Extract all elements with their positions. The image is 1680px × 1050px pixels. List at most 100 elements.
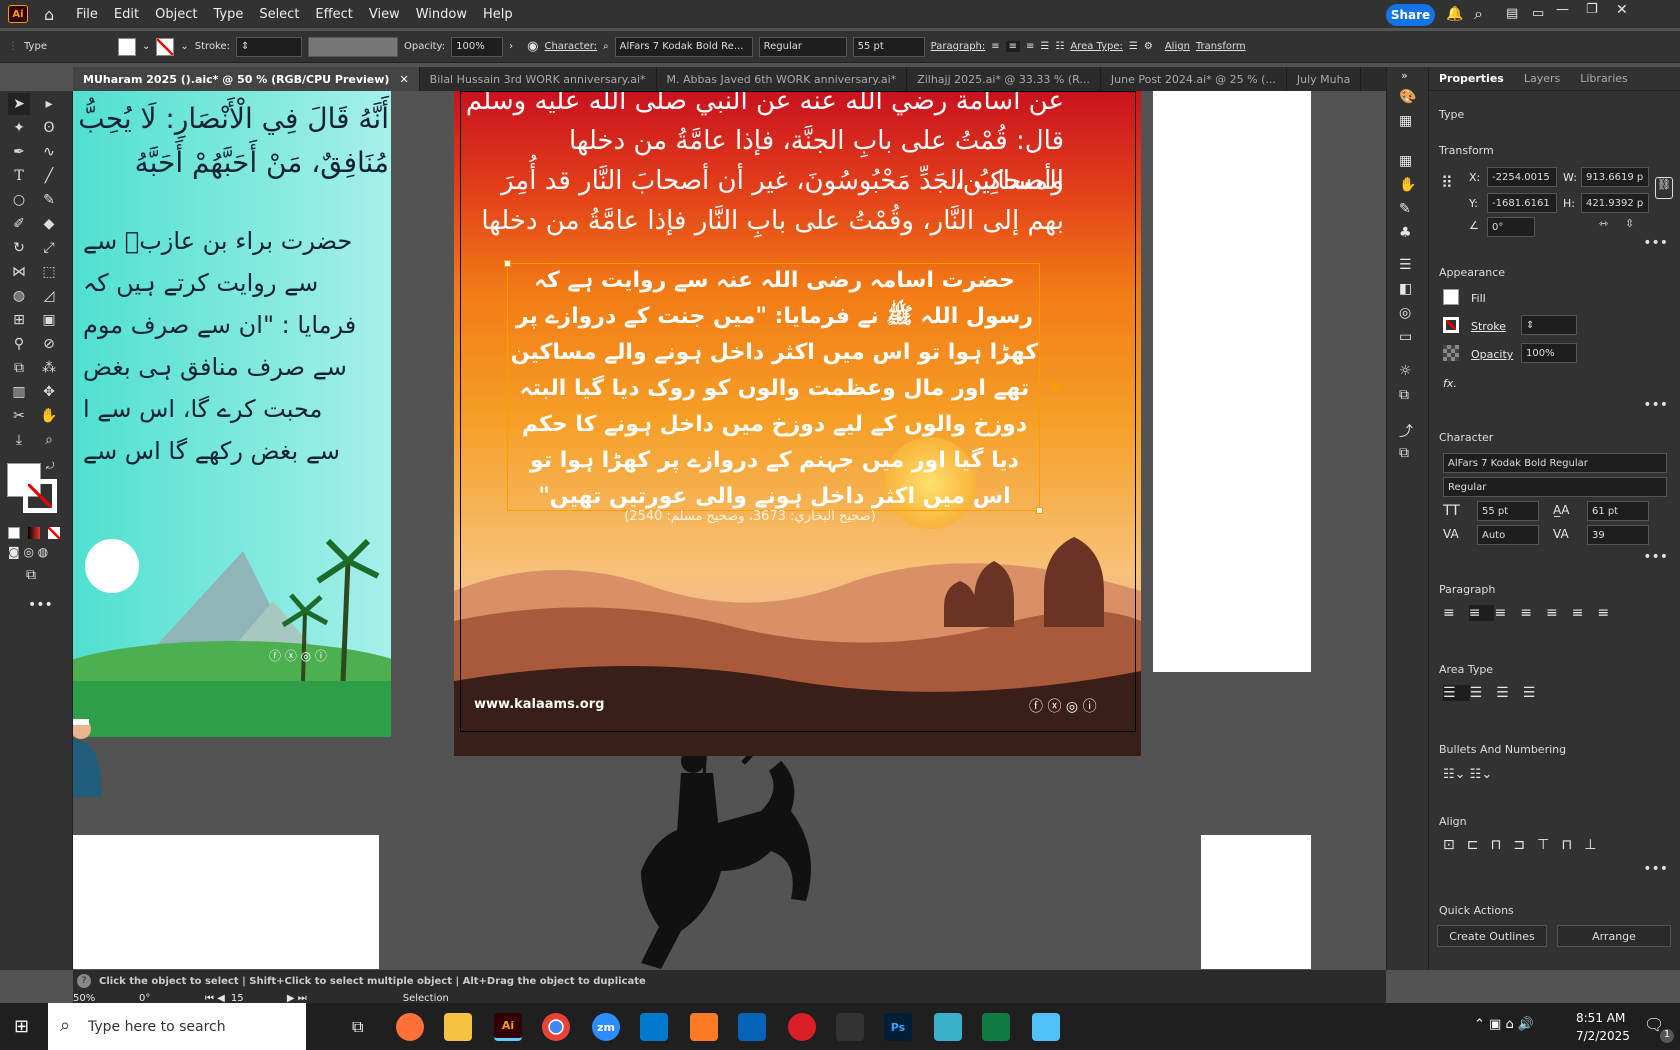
stroke-weight-field[interactable]: ⇕ (236, 36, 303, 57)
tracking-field[interactable]: 39 (1587, 525, 1649, 545)
tab-zilhajj[interactable]: Zilhajj 2025.ai* @ 33.33 % (R... (907, 67, 1101, 91)
font-search-icon[interactable]: ⌕ (603, 41, 609, 52)
fill-swatch[interactable] (1443, 289, 1459, 305)
valign-bottom-icon[interactable]: ⊥ (1584, 837, 1608, 853)
type-tool-icon[interactable]: T (8, 165, 30, 187)
constrain-proportions-icon[interactable]: ⛓ (1655, 177, 1673, 199)
grid-panel-icon[interactable]: ▦ (1399, 153, 1412, 169)
tab-layers[interactable]: Layers (1514, 72, 1570, 85)
opacity-field[interactable]: 100% (451, 36, 504, 57)
eyedropper-icon[interactable]: ⚲ (8, 333, 30, 355)
scale-tool-icon[interactable]: ⤢ (38, 237, 60, 259)
color-panel-icon[interactable]: 🎨 (1399, 89, 1416, 105)
links-panel-icon[interactable]: ⧉ (1399, 387, 1409, 403)
align-link[interactable]: Align (1165, 41, 1190, 52)
selection-tool-icon[interactable]: ➤ (8, 93, 30, 115)
direct-selection-tool-icon[interactable]: ▸ (38, 93, 60, 115)
curvature-tool-icon[interactable]: ∿ (38, 141, 60, 163)
draw-modes-icon[interactable]: ◙ ◎ ◍ (8, 545, 48, 559)
notepad-icon[interactable] (1032, 1013, 1060, 1041)
flip-horizontal-icon[interactable]: ⇿ (1599, 217, 1608, 230)
angle-field[interactable]: 0° (1487, 217, 1535, 237)
font-style-field[interactable]: Regular (758, 36, 847, 57)
halign-right-icon[interactable]: ⊐ (1513, 837, 1537, 853)
bullets-icon[interactable]: ☰ (1040, 41, 1049, 52)
more-options-icon[interactable]: ••• (1643, 235, 1668, 251)
font-style-field[interactable]: Regular (1443, 477, 1667, 497)
creative-cloud-icon[interactable] (788, 1013, 816, 1041)
clock-time[interactable]: 8:51 AM (1576, 1011, 1625, 1025)
artboard-tool-icon[interactable]: ✥ (38, 381, 60, 403)
app-icon[interactable] (934, 1013, 962, 1041)
menu-edit[interactable]: Edit (106, 7, 147, 22)
numbering-icon[interactable]: ☷ (1055, 41, 1064, 52)
kerning-field[interactable]: Auto (1477, 525, 1539, 545)
first-artboard-icon[interactable]: ⏮ ◀ (205, 993, 225, 1004)
collapse-icon[interactable]: » (1401, 69, 1408, 82)
tab-muharam[interactable]: MUharam 2025 ().aic* @ 50 % (RGB/CPU Pre… (73, 67, 420, 91)
align-justify-icon[interactable]: ☰ (1523, 685, 1550, 701)
illustrator-icon[interactable]: Ai (494, 1013, 522, 1041)
eyedropper2-icon[interactable]: ⊘ (38, 333, 60, 355)
justify-all-icon[interactable]: ≡ (1597, 605, 1623, 621)
hand-tool-icon[interactable]: ✋ (38, 405, 60, 427)
artboards-panel-icon[interactable]: ⧉ (1399, 445, 1409, 461)
justify-center-icon[interactable]: ≡ (1546, 605, 1572, 621)
y-field[interactable]: -1681.6161 (1487, 193, 1557, 213)
transform-link[interactable]: Transform (1196, 41, 1246, 52)
resize-handle[interactable] (1036, 507, 1043, 514)
minimize-icon[interactable]: — (1556, 2, 1569, 17)
justify-right-icon[interactable]: ≡ (1572, 605, 1598, 621)
area-type-icon[interactable]: ☰ (1129, 41, 1138, 52)
tab-bilal[interactable]: Bilal Hussain 3rd WORK anniversary.ai* (420, 67, 657, 91)
gradient-mode-icon[interactable] (28, 527, 40, 539)
left-artboard[interactable]: أَنَّهُ قَالَ فِي الْأَنْصَارِ: لَا يُحِ… (73, 91, 391, 737)
menu-type[interactable]: Type (205, 7, 251, 22)
taskbar-search[interactable]: ⌕ Type here to search (48, 1003, 306, 1050)
menu-effect[interactable]: Effect (307, 7, 360, 22)
home-icon[interactable]: ⌂ (44, 5, 54, 24)
align-middle-icon[interactable]: ☰ (1470, 685, 1497, 701)
more-tools-icon[interactable]: ••• (28, 597, 53, 613)
none-mode-icon[interactable] (48, 527, 60, 539)
resize-handle[interactable] (504, 260, 511, 267)
restore-icon[interactable]: ❐ (1586, 2, 1598, 17)
stroke-swatch[interactable] (1443, 317, 1459, 333)
paintbrush-icon[interactable]: ✎ (38, 189, 60, 211)
align-left-icon[interactable]: ≡ (1443, 605, 1469, 621)
bottom-right-artboard[interactable] (1201, 835, 1311, 969)
screen-mode-icon[interactable]: ⧉ (26, 567, 36, 583)
slice-tool-icon[interactable]: ✂ (8, 405, 30, 427)
canvas[interactable]: أَنَّهُ قَالَ فِي الْأَنْصَارِ: لَا يُحِ… (73, 91, 1373, 969)
windows-start-icon[interactable]: ⊞ (14, 1016, 29, 1037)
magic-wand-icon[interactable]: ✦ (8, 117, 30, 139)
fill-swatch[interactable] (118, 37, 136, 56)
photoshop-icon[interactable]: Ps (884, 1013, 912, 1041)
recolor-icon[interactable]: ◉ (527, 39, 538, 54)
clock-date[interactable]: 7/2/2025 (1576, 1029, 1630, 1043)
h-field[interactable]: 421.9392 p (1581, 193, 1649, 213)
vscode-icon[interactable] (640, 1013, 668, 1041)
shape-builder-icon[interactable]: ◍ (8, 285, 30, 307)
color-mode-icon[interactable] (8, 527, 20, 539)
menu-view[interactable]: View (361, 7, 408, 22)
reference-point-icon[interactable]: ⠿ (1441, 173, 1453, 192)
help-icon[interactable]: ? (77, 974, 91, 988)
arrange-button[interactable]: Arrange (1557, 925, 1671, 947)
stroke-color-box[interactable] (23, 479, 57, 513)
stroke-label[interactable]: Stroke (1471, 320, 1506, 333)
chevron-down-icon[interactable]: ⌄ (180, 41, 188, 52)
lasso-icon[interactable]: ʘ (38, 117, 60, 139)
gradient-tool-icon[interactable]: ▣ (38, 309, 60, 331)
align-right-icon[interactable]: ≡ (1026, 41, 1034, 52)
width-tool-icon[interactable]: ⋈ (8, 261, 30, 283)
transparency-panel-icon[interactable]: ◎ (1399, 305, 1411, 321)
perspective-grid-icon[interactable]: ◿ (38, 285, 60, 307)
align-bottom-icon[interactable]: ☰ (1496, 685, 1523, 701)
align-center-icon[interactable]: ≡ (1468, 605, 1495, 621)
xampp-icon[interactable] (690, 1013, 718, 1041)
align-to-icon[interactable]: ⊡ (1443, 837, 1467, 853)
menu-object[interactable]: Object (147, 7, 205, 22)
appearance-panel-icon[interactable]: ▭ (1399, 329, 1412, 345)
variable-width-field[interactable] (308, 36, 399, 57)
